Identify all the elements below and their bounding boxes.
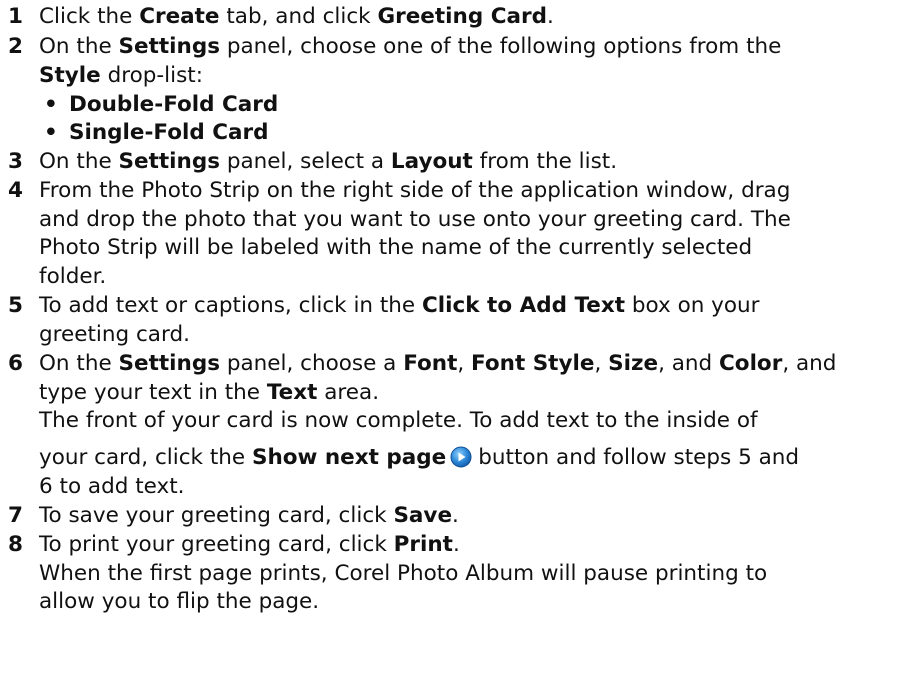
step-text: To print your greeting card, click Print… bbox=[39, 531, 460, 558]
ui-term-text: Text bbox=[266, 380, 318, 405]
step-number: 7 bbox=[8, 503, 23, 528]
text: , and bbox=[658, 351, 720, 376]
text: type your text in the bbox=[39, 380, 267, 405]
text: button and follow steps 5 and bbox=[478, 445, 800, 470]
ui-term-font: Font bbox=[403, 351, 458, 376]
ui-term-settings: Settings bbox=[118, 149, 221, 174]
ui-term-create: Create bbox=[139, 4, 220, 29]
step-text: greeting card. bbox=[39, 322, 190, 347]
text: On the bbox=[39, 34, 119, 59]
text: panel, choose one of the following optio… bbox=[220, 34, 782, 59]
text: , bbox=[457, 351, 472, 376]
step-number: 4 bbox=[8, 178, 23, 203]
text: panel, select a bbox=[220, 149, 391, 174]
step-text: Click the Create tab, and click Greeting… bbox=[39, 3, 554, 30]
step-text: your card, click the Show next page butt… bbox=[39, 444, 799, 471]
step-number: 3 bbox=[8, 149, 23, 174]
text: To save your greeting card, click bbox=[39, 503, 394, 528]
text: tab, and click bbox=[219, 4, 378, 29]
text: To add text or captions, click in the bbox=[39, 293, 422, 318]
ui-term-click-to-add-text: Click to Add Text bbox=[422, 293, 626, 318]
step-number: 5 bbox=[8, 293, 23, 318]
ui-term-color: Color bbox=[719, 351, 783, 376]
ui-term-save: Save bbox=[393, 503, 453, 528]
ui-term-style: Style bbox=[39, 63, 101, 88]
text: On the bbox=[39, 149, 119, 174]
ui-term-show-next-page: Show next page bbox=[251, 445, 447, 470]
text: drop-list: bbox=[100, 63, 203, 88]
ui-term-greeting-card: Greeting Card bbox=[377, 4, 547, 29]
option-label: Single-Fold Card bbox=[69, 120, 269, 145]
ui-term-settings: Settings bbox=[118, 34, 221, 59]
step-number: 6 bbox=[8, 351, 23, 376]
text: , and bbox=[782, 351, 837, 376]
text: Click the bbox=[39, 4, 140, 29]
text: panel, choose a bbox=[220, 351, 404, 376]
text: . bbox=[452, 503, 459, 528]
step-text: To save your greeting card, click Save. bbox=[39, 502, 459, 529]
step-text: Style drop-list: bbox=[39, 62, 203, 89]
text: . bbox=[546, 4, 554, 29]
text: To print your greeting card, click bbox=[39, 532, 394, 557]
text: On the bbox=[39, 351, 119, 376]
step-text: To add text or captions, click in the Cl… bbox=[39, 292, 760, 319]
text: box on your bbox=[625, 293, 760, 318]
instruction-document: 1 Click the Create tab, and click Greeti… bbox=[0, 0, 919, 698]
ui-term-settings: Settings bbox=[118, 351, 221, 376]
step-text: 6 to add text. bbox=[39, 474, 185, 499]
step-number: 1 bbox=[8, 4, 23, 29]
step-text: On the Settings panel, choose a Font, Fo… bbox=[39, 350, 836, 377]
text: your card, click the bbox=[39, 445, 252, 470]
step-text: From the Photo Strip on the right side o… bbox=[39, 178, 791, 203]
bullet: • bbox=[44, 120, 58, 145]
step-text: and drop the photo that you want to use … bbox=[39, 207, 791, 232]
play-circle-icon bbox=[450, 446, 472, 468]
ui-term-font-style: Font Style bbox=[471, 351, 595, 376]
step-text: folder. bbox=[39, 264, 107, 289]
step-text: type your text in the Text area. bbox=[39, 379, 379, 406]
text: . bbox=[452, 532, 460, 557]
ui-term-print: Print bbox=[393, 532, 453, 557]
ui-term-layout: Layout bbox=[390, 149, 473, 174]
option-label: Double-Fold Card bbox=[69, 92, 279, 117]
step-text: allow you to flip the page. bbox=[39, 589, 320, 614]
step-number: 8 bbox=[8, 532, 23, 557]
step-number: 2 bbox=[8, 34, 23, 59]
step-text: On the Settings panel, choose one of the… bbox=[39, 33, 781, 60]
text: , bbox=[594, 351, 609, 376]
text: from the list. bbox=[472, 149, 618, 174]
step-text: Photo Strip will be labeled with the nam… bbox=[39, 235, 753, 260]
ui-term-size: Size bbox=[608, 351, 659, 376]
bullet: • bbox=[44, 92, 58, 117]
step-text: On the Settings panel, select a Layout f… bbox=[39, 148, 617, 175]
text: area. bbox=[317, 380, 380, 405]
step-text: The front of your card is now complete. … bbox=[39, 408, 758, 433]
step-text: When the first page prints, Corel Photo … bbox=[39, 561, 768, 586]
